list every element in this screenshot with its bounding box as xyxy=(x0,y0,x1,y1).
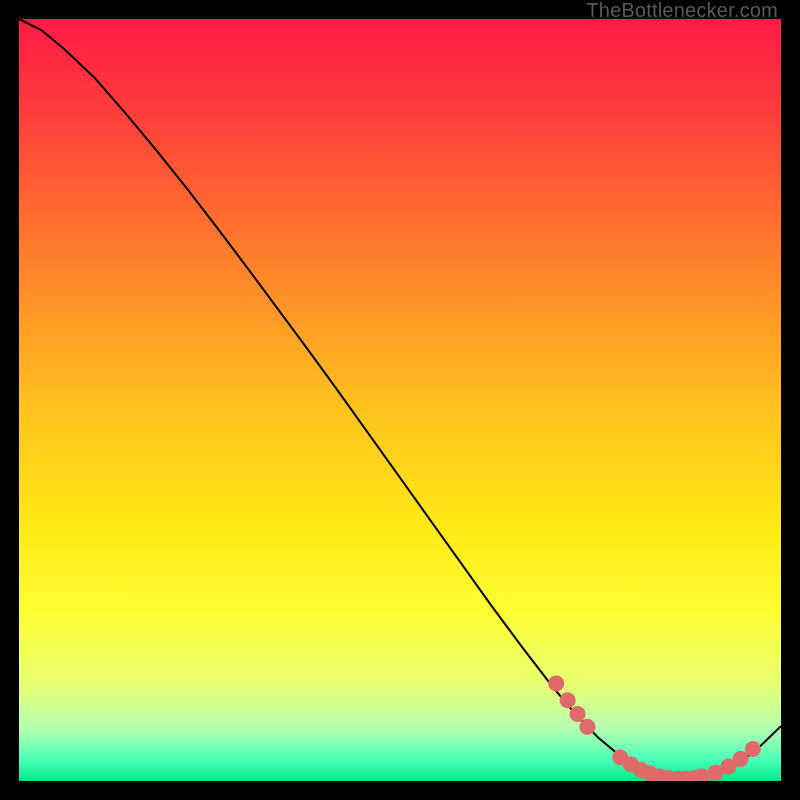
marker-dot xyxy=(548,675,564,691)
chart-frame xyxy=(19,19,781,781)
marker-dot xyxy=(745,741,761,757)
marker-dot xyxy=(560,692,576,708)
marker-dot xyxy=(570,706,586,722)
chart-svg xyxy=(19,19,781,781)
marker-dot xyxy=(579,719,595,735)
watermark-text: TheBottlenecker.com xyxy=(586,0,778,23)
chart-background xyxy=(19,19,781,781)
